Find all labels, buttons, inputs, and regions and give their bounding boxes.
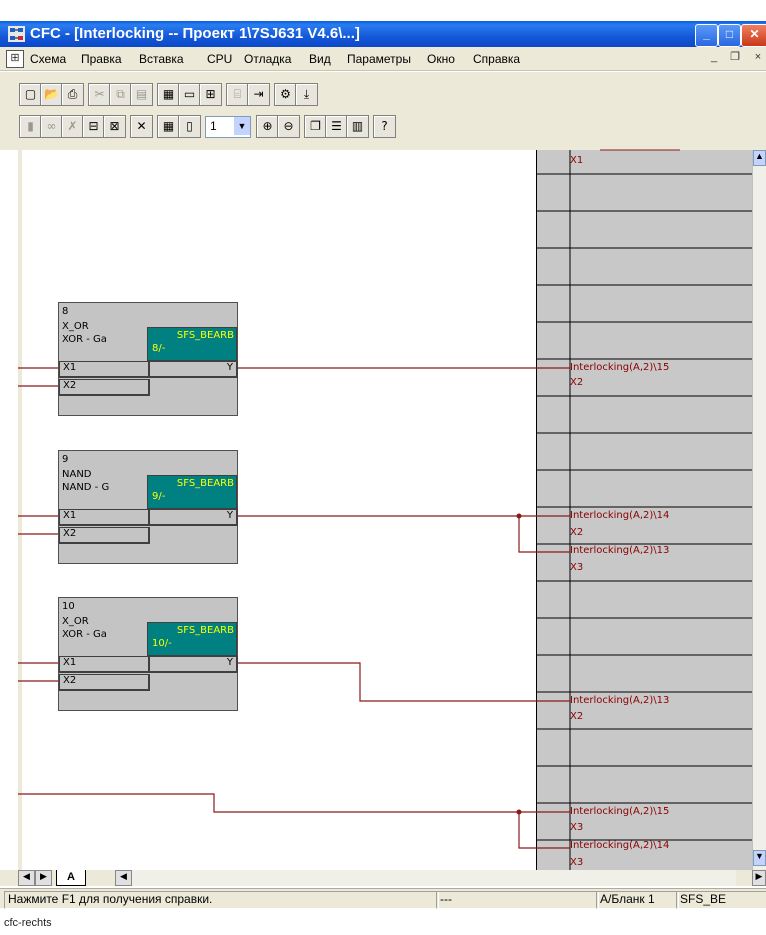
sheet-ref-link[interactable]: Interlocking(A,2)\13 <box>570 695 669 706</box>
input-pin-x2[interactable]: X2 <box>59 527 150 544</box>
function-block[interactable]: 9 NAND NAND - G SFS_BEARB 9/- X1 X2 Y <box>58 450 238 564</box>
task-name: SFS_BEARB <box>176 478 234 489</box>
scroll-up-icon[interactable]: ▲ <box>753 150 766 166</box>
sheet-ref-link[interactable]: Interlocking(A,2)\15 <box>570 362 669 373</box>
status-sheet: A/Бланк 1 <box>596 891 679 909</box>
sheet-ref-pin[interactable]: X2 <box>570 711 583 722</box>
task-sequence: 8/- <box>152 343 166 354</box>
block-name: X_OR <box>62 616 89 627</box>
input-pin-x1[interactable]: X1 <box>59 361 150 378</box>
task-sequence: 10/- <box>152 638 172 649</box>
block-type: XOR - Ga <box>62 629 107 640</box>
sheet-ref-x1[interactable]: X1 <box>570 155 583 166</box>
input-pin-x2[interactable]: X2 <box>59 674 150 691</box>
task-name: SFS_BEARB <box>176 625 234 636</box>
block-type: XOR - Ga <box>62 334 107 345</box>
status-block: SFS_BE <box>676 891 766 909</box>
block-task-tag: SFS_BEARB 10/- <box>147 622 237 656</box>
scroll-down-icon[interactable]: ▼ <box>753 850 766 866</box>
block-type: NAND - G <box>62 482 110 493</box>
wire-junction <box>516 809 522 815</box>
status-field-mid: --- <box>436 891 599 909</box>
block-task-tag: SFS_BEARB 8/- <box>147 327 237 361</box>
horizontal-scrollbar[interactable] <box>132 870 736 886</box>
input-pin-x2[interactable]: X2 <box>59 379 150 396</box>
wire-junction <box>516 513 522 519</box>
sheet-ref-link[interactable]: Interlocking(A,2)\14 <box>570 840 669 851</box>
tab-sheet-a[interactable]: A <box>56 870 86 886</box>
status-help-text: Нажмите F1 для получения справки. <box>4 891 439 909</box>
tab-scroll-right-icon[interactable]: ▶ <box>35 870 52 886</box>
sheet-ref-link[interactable]: Interlocking(A,2)\13 <box>570 545 669 556</box>
task-sequence: 9/- <box>152 491 166 502</box>
sheet-ref-pin[interactable]: X3 <box>570 857 583 868</box>
block-number: 10 <box>62 601 75 612</box>
sheet-ref-link[interactable]: Interlocking(A,2)\15 <box>570 806 669 817</box>
block-number: 8 <box>62 306 69 317</box>
input-pin-x1[interactable]: X1 <box>59 656 150 673</box>
output-pin-y[interactable]: Y <box>149 361 238 378</box>
sheet-ref-pin[interactable]: X2 <box>570 527 583 538</box>
block-task-tag: SFS_BEARB 9/- <box>147 475 237 509</box>
block-name: NAND <box>62 469 92 480</box>
vertical-scrollbar[interactable]: ▲ ▼ <box>752 150 766 870</box>
tab-scroll-left-icon[interactable]: ◀ <box>18 870 35 886</box>
sheet-ref-link[interactable]: Interlocking(A,2)\14 <box>570 510 669 521</box>
block-name: X_OR <box>62 321 89 332</box>
sheet-ref-pin[interactable]: X3 <box>570 562 583 573</box>
hscroll-left-icon[interactable]: ◀ <box>115 870 132 886</box>
status-bar: Нажмите F1 для получения справки. --- A/… <box>0 888 766 909</box>
hscroll-right-icon[interactable]: ▶ <box>752 870 766 886</box>
task-name: SFS_BEARB <box>176 330 234 341</box>
input-pin-x1[interactable]: X1 <box>59 509 150 526</box>
sheet-tab-bar: ◀ ▶ A ◀ ▶ <box>0 870 766 886</box>
sheet-ref-pin[interactable]: X2 <box>570 377 583 388</box>
function-block[interactable]: 10 X_OR XOR - Ga SFS_BEARB 10/- X1 X2 Y <box>58 597 238 711</box>
function-block[interactable]: 8 X_OR XOR - Ga SFS_BEARB 8/- X1 X2 Y <box>58 302 238 416</box>
output-pin-y[interactable]: Y <box>149 656 238 673</box>
sheet-ref-pin[interactable]: X3 <box>570 822 583 833</box>
block-number: 9 <box>62 454 69 465</box>
image-caption: cfc-rechts <box>4 917 52 929</box>
output-pin-y[interactable]: Y <box>149 509 238 526</box>
